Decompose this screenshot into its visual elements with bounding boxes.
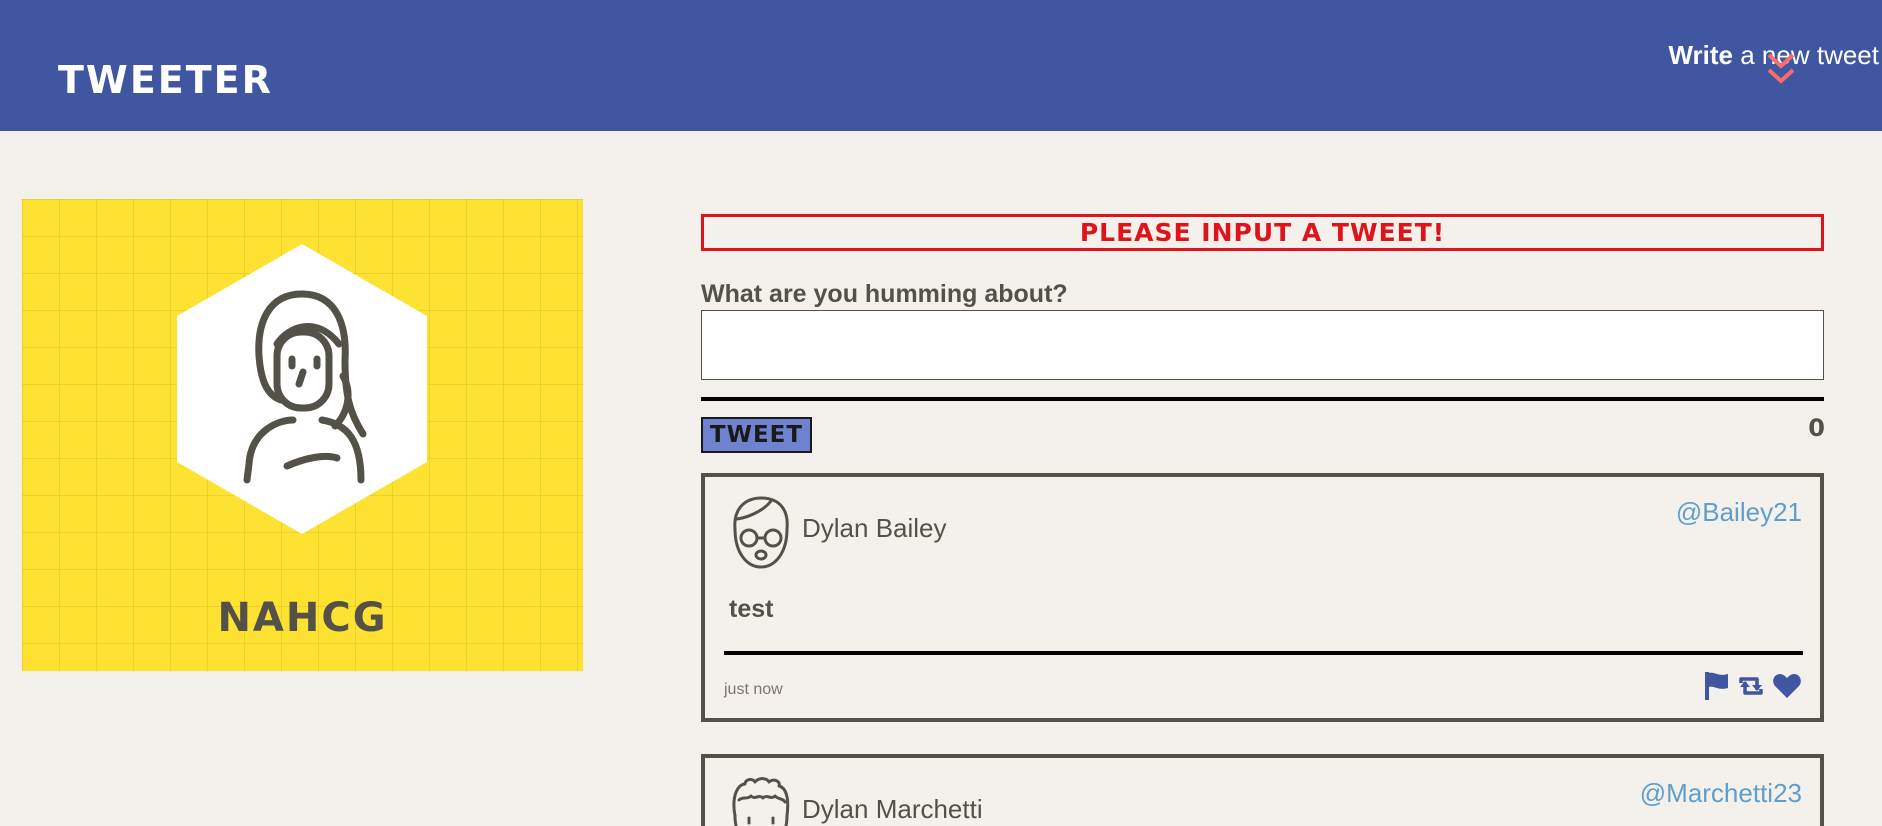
tweet-divider (724, 651, 1803, 655)
flag-icon[interactable] (1704, 671, 1730, 701)
tweet-author-handle[interactable]: @Marchetti23 (1640, 778, 1802, 809)
profile-card: NAHCG (22, 199, 583, 671)
top-nav: Tweeter Write a new tweet (0, 0, 1882, 131)
tweet-actions (1704, 671, 1802, 701)
tweet-prompt-label: What are you humming about? (701, 280, 1068, 308)
write-tweet-text: a new tweet (1733, 40, 1879, 70)
profile-handle: NAHCG (217, 595, 388, 641)
tweet-author-name: Dylan Bailey (802, 513, 947, 543)
tweet-text: test (729, 595, 774, 623)
composer-divider (701, 397, 1824, 401)
tweet-textarea[interactable] (701, 310, 1824, 380)
tweet-card: Dylan Bailey @Bailey21 test just now (701, 473, 1824, 722)
tweet-author-handle[interactable]: @Bailey21 (1676, 497, 1802, 528)
tweet-timestamp: just now (724, 681, 783, 698)
tweet-card: Dylan Marchetti @Marchetti23 (701, 754, 1824, 826)
user-avatar-icon (177, 244, 427, 534)
tweet-author-name: Dylan Marchetti (802, 794, 983, 824)
write-tweet-bold: Write (1668, 40, 1734, 70)
retweet-icon[interactable] (1736, 671, 1766, 701)
heart-icon[interactable] (1772, 671, 1802, 701)
error-message: Please input a tweet! (701, 214, 1824, 251)
user-avatar-icon (732, 777, 790, 826)
user-avatar-icon (733, 496, 789, 569)
tweet-submit-button[interactable]: TWEET (701, 417, 812, 453)
double-chevron-down-icon[interactable] (1766, 52, 1796, 86)
character-counter: 0 (1808, 414, 1825, 442)
brand-logo[interactable]: Tweeter (58, 58, 273, 102)
